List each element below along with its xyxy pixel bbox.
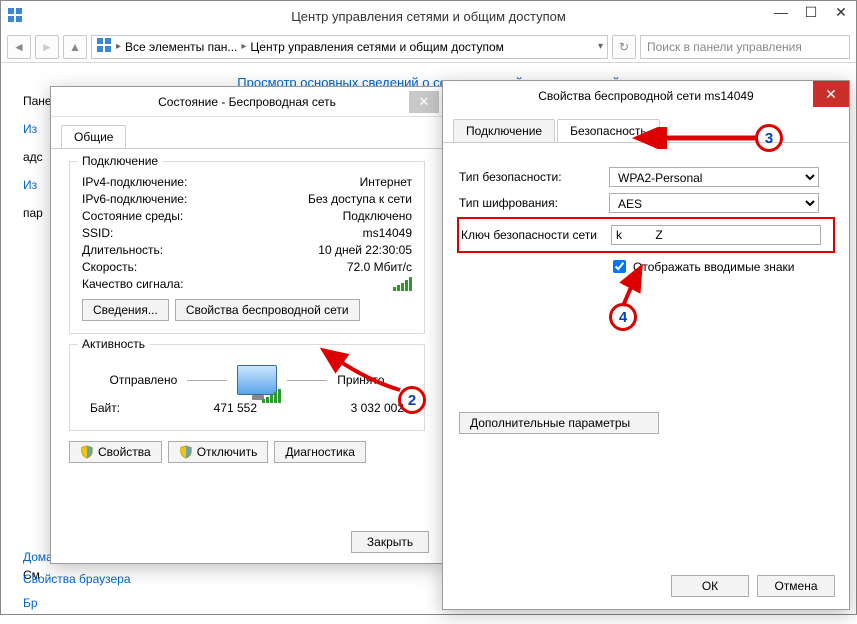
ipv4-label: IPv4-подключение: xyxy=(82,175,187,189)
sent-label: Отправлено xyxy=(110,373,178,387)
window-title: Центр управления сетями и общим доступом xyxy=(291,9,566,24)
breadcrumb-item[interactable]: Центр управления сетями и общим доступом xyxy=(250,40,504,54)
group-legend-connection: Подключение xyxy=(78,154,162,168)
bytes-label: Байт: xyxy=(90,401,120,415)
breadcrumb-item[interactable]: Все элементы пан... xyxy=(125,40,237,54)
annotation-highlight-key: Ключ безопасности сети xyxy=(457,217,835,253)
tab-connection[interactable]: Подключение xyxy=(453,119,555,142)
group-legend-activity: Активность xyxy=(78,337,149,351)
speed-value: 72.0 Мбит/с xyxy=(347,260,412,274)
close-button[interactable]: ✕ xyxy=(813,81,849,107)
search-input[interactable]: Поиск в панели управления xyxy=(640,35,850,59)
refresh-button[interactable]: ↻ xyxy=(612,35,636,59)
show-chars-checkbox[interactable] xyxy=(613,260,626,273)
chevron-right-icon: ▸ xyxy=(241,41,246,52)
annotation-2: 2 xyxy=(398,386,426,414)
ipv6-value: Без доступа к сети xyxy=(308,192,412,206)
show-chars-label: Отображать вводимые знаки xyxy=(633,260,794,274)
network-key-input[interactable] xyxy=(611,225,821,245)
encryption-label: Тип шифрования: xyxy=(459,196,609,210)
security-type-label: Тип безопасности: xyxy=(459,170,609,184)
signal-label: Качество сигнала: xyxy=(82,277,183,291)
signal-icon xyxy=(262,389,281,403)
ok-button[interactable]: ОК xyxy=(671,575,749,597)
nav-forward-button[interactable]: ► xyxy=(35,35,59,59)
tab-security[interactable]: Безопасность xyxy=(557,119,660,142)
details-button[interactable]: Сведения... xyxy=(82,299,169,321)
wifi-status-dialog: Состояние - Беспроводная сеть ✕ Общие По… xyxy=(50,86,444,564)
properties-button[interactable]: Свойства xyxy=(69,441,162,463)
encryption-select[interactable]: AES xyxy=(609,193,819,213)
chevron-down-icon[interactable]: ▾ xyxy=(598,41,603,52)
annotation-3: 3 xyxy=(755,124,783,152)
close-dialog-button[interactable]: Закрыть xyxy=(351,531,429,553)
security-type-select[interactable]: WPA2-Personal xyxy=(609,167,819,187)
dialog-title: Свойства беспроводной сети ms14049 xyxy=(538,89,753,103)
bytes-sent: 471 552 xyxy=(185,401,285,415)
wireless-properties-button[interactable]: Свойства беспроводной сети xyxy=(175,299,360,321)
diagnose-button[interactable]: Диагностика xyxy=(274,441,366,463)
disconnect-button[interactable]: Отключить xyxy=(168,441,269,463)
media-label: Состояние среды: xyxy=(82,209,183,223)
search-placeholder: Поиск в панели управления xyxy=(647,40,802,54)
cancel-button[interactable]: Отмена xyxy=(757,575,835,597)
dialog-title: Состояние - Беспроводная сеть xyxy=(158,95,336,109)
ipv4-value: Интернет xyxy=(360,175,412,189)
network-key-label: Ключ безопасности сети xyxy=(461,228,611,242)
ipv6-label: IPv6-подключение: xyxy=(82,192,187,206)
breadcrumb[interactable]: ▸ Все элементы пан... ▸ Центр управления… xyxy=(91,35,608,59)
wifi-properties-dialog: Свойства беспроводной сети ms14049 ✕ Под… xyxy=(442,80,850,610)
minimize-button[interactable]: — xyxy=(766,1,796,23)
duration-value: 10 дней 22:30:05 xyxy=(318,243,412,257)
network-center-icon xyxy=(7,7,23,23)
maximize-button[interactable]: ☐ xyxy=(796,1,826,23)
bytes-recv: 3 032 002 xyxy=(351,401,404,415)
speed-label: Скорость: xyxy=(82,260,137,274)
ssid-value: ms14049 xyxy=(363,226,412,240)
ssid-label: SSID: xyxy=(82,226,113,240)
received-label: Принято xyxy=(337,373,384,387)
tab-general[interactable]: Общие xyxy=(61,125,126,148)
nav-back-button[interactable]: ◄ xyxy=(7,35,31,59)
media-value: Подключено xyxy=(343,209,412,223)
nav-up-button[interactable]: ▲ xyxy=(63,35,87,59)
close-button[interactable]: ✕ xyxy=(409,91,439,113)
advanced-params-button[interactable]: Дополнительные параметры xyxy=(459,412,659,434)
duration-label: Длительность: xyxy=(82,243,163,257)
signal-icon xyxy=(393,277,412,291)
close-button[interactable]: ✕ xyxy=(826,1,856,23)
network-center-icon xyxy=(96,37,112,56)
chevron-right-icon: ▸ xyxy=(116,41,121,52)
browser-properties-link[interactable]: Свойства браузера xyxy=(23,572,131,586)
annotation-4: 4 xyxy=(609,303,637,331)
